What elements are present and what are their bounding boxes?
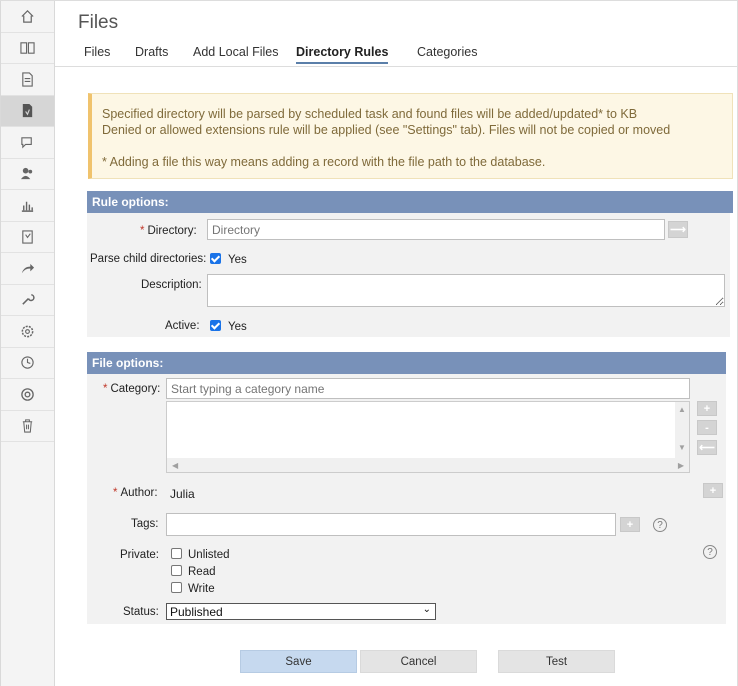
minus-icon: - [705, 421, 709, 434]
file-icon [22, 104, 33, 118]
directory-label: * Directory: [140, 225, 197, 237]
sidebar-item-trash[interactable] [1, 411, 54, 442]
status-label: Status: [123, 606, 159, 618]
category-listbox[interactable]: ▲ ▼ ◀ ▶ [166, 401, 690, 473]
app-window: Files Files Drafts Add Local Files Direc… [0, 0, 738, 686]
plus-icon: + [626, 518, 634, 531]
cancel-button[interactable]: Cancel [360, 650, 477, 673]
history-icon [21, 356, 34, 369]
status-selected-value: Published [170, 605, 223, 619]
private-write-checkbox[interactable] [171, 582, 182, 593]
scroll-right-icon[interactable]: ▶ [678, 461, 684, 470]
parse-child-checkbox[interactable] [210, 253, 221, 264]
author-value: Julia [170, 487, 195, 501]
private-write-label: Write [188, 583, 215, 595]
private-unlisted-label: Unlisted [188, 549, 230, 561]
scroll-down-icon[interactable]: ▼ [678, 443, 686, 452]
private-help-icon[interactable]: ? [703, 545, 717, 559]
share-arrow-icon [21, 263, 35, 273]
save-button[interactable]: Save [240, 650, 357, 673]
sidebar-item-reports[interactable] [1, 190, 54, 222]
listbox-vertical-scrollbar[interactable]: ▲ ▼ [675, 402, 689, 458]
tags-input[interactable] [166, 513, 616, 536]
category-add-button[interactable]: + [697, 401, 717, 416]
private-read-checkbox[interactable] [171, 565, 182, 576]
private-unlisted-checkbox[interactable] [171, 548, 182, 559]
tags-label: Tags: [131, 518, 159, 530]
tags-add-button[interactable]: + [620, 517, 640, 532]
rule-options-heading: Rule options: [87, 191, 733, 213]
sidebar-item-files[interactable] [1, 95, 54, 127]
sidebar-item-settings[interactable] [1, 316, 54, 348]
active-checkbox[interactable] [210, 320, 221, 331]
chevron-down-icon: ⌄ [422, 604, 431, 615]
home-icon [21, 9, 34, 23]
notice-line-1: Specified directory will be parsed by sc… [102, 107, 638, 121]
arrow-left-icon: ⟵ [699, 442, 715, 454]
author-add-button[interactable]: + [703, 483, 723, 498]
tab-directory-rules[interactable]: Directory Rules [296, 45, 389, 64]
notice-line-2: Denied or allowed extensions rule will b… [102, 123, 671, 137]
info-notice: Specified directory will be parsed by sc… [88, 93, 733, 179]
sidebar-item-chat[interactable] [1, 127, 54, 159]
sidebar-item-clipboard[interactable] [1, 222, 54, 253]
category-label: * Category: [103, 383, 161, 395]
page-title: Files [78, 12, 119, 33]
wrench-icon [22, 294, 35, 305]
sidebar-item-users[interactable] [1, 159, 54, 190]
tab-add-local-files[interactable]: Add Local Files [193, 45, 278, 59]
sidebar-item-tools[interactable] [1, 285, 54, 316]
file-options-heading: File options: [87, 352, 726, 374]
scroll-left-icon[interactable]: ◀ [172, 461, 178, 470]
active-yes-label: Yes [228, 321, 247, 333]
directory-go-button[interactable]: ⟶ [668, 221, 688, 238]
private-label: Private: [120, 549, 159, 561]
arrow-right-icon: ⟶ [670, 224, 686, 236]
tab-bar: Files Drafts Add Local Files Directory R… [55, 37, 737, 67]
users-icon [20, 168, 33, 180]
sidebar-item-share[interactable] [1, 253, 54, 285]
private-read-label: Read [188, 566, 216, 578]
status-select[interactable]: Published ⌄ [166, 603, 436, 620]
scroll-up-icon[interactable]: ▲ [678, 405, 686, 414]
tab-categories[interactable]: Categories [417, 45, 477, 59]
lifebuoy-icon [21, 387, 34, 401]
notice-line-3: * Adding a file this way means adding a … [102, 155, 546, 169]
listbox-horizontal-scrollbar[interactable]: ◀ ▶ [167, 458, 689, 472]
author-label: * Author: [113, 487, 158, 499]
tab-drafts[interactable]: Drafts [135, 45, 168, 59]
sidebar-item-book[interactable] [1, 33, 54, 64]
sidebar-item-history[interactable] [1, 348, 54, 379]
bar-chart-icon [21, 201, 34, 212]
gear-icon [21, 325, 34, 338]
description-textarea[interactable] [207, 274, 725, 307]
parse-child-yes-label: Yes [228, 254, 247, 266]
plus-icon: + [703, 402, 711, 415]
active-label: Active: [165, 320, 200, 332]
sidebar-item-document[interactable] [1, 64, 54, 96]
description-label: Description: [141, 279, 202, 291]
category-remove-button[interactable]: - [697, 420, 717, 435]
chat-icon [21, 137, 32, 149]
parse-child-label: Parse child directories: [90, 253, 207, 265]
tab-files[interactable]: Files [84, 45, 110, 59]
category-back-button[interactable]: ⟵ [697, 440, 717, 455]
clipboard-icon [22, 230, 33, 244]
test-button[interactable]: Test [498, 650, 615, 673]
directory-input[interactable] [207, 219, 665, 240]
category-input[interactable] [166, 378, 690, 399]
document-icon [22, 72, 33, 87]
plus-icon: + [709, 484, 717, 497]
sidebar-item-home[interactable] [1, 1, 54, 33]
tags-help-icon[interactable]: ? [653, 518, 667, 532]
sidebar [0, 1, 55, 686]
trash-icon [22, 419, 33, 433]
book-icon [20, 42, 35, 54]
sidebar-item-help[interactable] [1, 379, 54, 411]
